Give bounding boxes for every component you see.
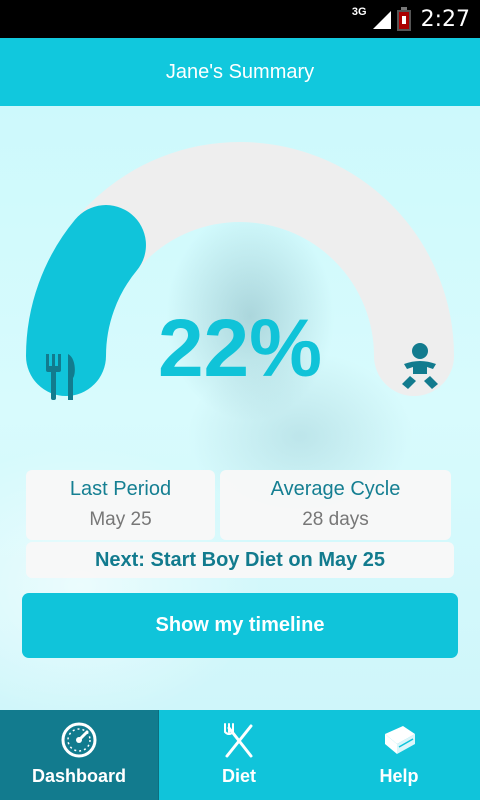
baby-icon bbox=[402, 343, 438, 389]
clock: 2:27 bbox=[420, 6, 470, 32]
show-timeline-button[interactable]: Show my timeline bbox=[22, 593, 458, 658]
fork-knife-icon bbox=[46, 354, 75, 400]
next-step-banner: Next: Start Boy Diet on May 25 bbox=[26, 542, 454, 578]
last-period-label: Last Period bbox=[69, 478, 172, 500]
nav-label-dashboard: Dashboard bbox=[31, 766, 127, 786]
show-timeline-label: Show my timeline bbox=[155, 614, 325, 636]
page-title: Jane's Summary bbox=[165, 60, 315, 83]
nav-item-dashboard[interactable]: Dashboard bbox=[0, 710, 159, 800]
app-header: Jane's Summary bbox=[0, 38, 480, 106]
nav-item-help[interactable]: Help bbox=[319, 710, 479, 800]
speedometer-icon bbox=[61, 722, 97, 758]
average-cycle-card: Average Cycle 28 days bbox=[220, 470, 451, 540]
next-step-text: Next: Start Boy Diet on May 25 bbox=[94, 548, 386, 571]
nav-label-diet: Diet bbox=[221, 766, 256, 786]
average-cycle-label: Average Cycle bbox=[270, 478, 401, 500]
summary-content: 22% Last Period May 25 Average Cycle 28 … bbox=[0, 106, 480, 710]
book-icon bbox=[385, 726, 415, 754]
average-cycle-value: 28 days bbox=[302, 509, 369, 530]
nav-label-help: Help bbox=[379, 766, 419, 786]
status-bar: 3G 2:27 bbox=[0, 0, 480, 38]
last-period-value: May 25 bbox=[89, 509, 152, 530]
fork-knife-icon bbox=[224, 723, 253, 758]
last-period-card: Last Period May 25 bbox=[26, 470, 215, 540]
bottom-nav: Dashboard Diet Help bbox=[0, 710, 480, 800]
signal-icon bbox=[372, 11, 391, 29]
battery-icon bbox=[396, 7, 411, 31]
nav-item-diet[interactable]: Diet bbox=[159, 710, 319, 800]
network-type: 3G bbox=[351, 6, 367, 18]
